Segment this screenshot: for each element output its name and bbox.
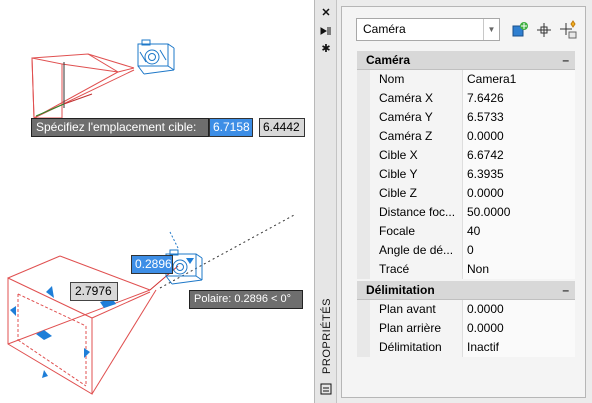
property-name: Délimitation <box>370 338 463 357</box>
dimension-input-2[interactable]: 2.7976 <box>70 282 118 301</box>
properties-palette: ✕ ✱ PROPRIÉTÉS Caméra ▼ Caméra – Nom Cam… <box>314 0 592 403</box>
collapse-icon[interactable]: – <box>562 281 569 300</box>
row-gutter <box>357 108 370 127</box>
row-gutter <box>357 203 370 222</box>
property-value[interactable]: 6.6742 <box>463 146 575 165</box>
dynamic-input-prompt: Spécifiez l'emplacement cible: <box>31 118 209 137</box>
viewport-graphics <box>7 39 297 395</box>
dimension-input-1[interactable]: 0.2896 <box>131 255 173 274</box>
property-name: Angle de dé... <box>370 241 463 260</box>
property-value[interactable]: Inactif <box>463 338 575 357</box>
property-value[interactable]: 40 <box>463 222 575 241</box>
row-gutter <box>357 241 370 260</box>
input-x-value: 6.7158 <box>213 120 250 134</box>
gear-icon[interactable]: ✱ <box>319 42 333 56</box>
camera-frustum-top <box>31 53 135 119</box>
property-value[interactable]: Camera1 <box>463 70 575 89</box>
row-gutter <box>357 260 370 279</box>
property-value[interactable]: 7.6426 <box>463 89 575 108</box>
property-name: Caméra X <box>370 89 463 108</box>
object-type-dropdown[interactable]: Caméra ▼ <box>356 18 500 41</box>
property-name: Plan arrière <box>370 319 463 338</box>
property-name: Plan avant <box>370 300 463 319</box>
toggle-pickadd-icon[interactable] <box>510 20 530 40</box>
section-header-camera[interactable]: Caméra – <box>357 51 575 70</box>
property-row[interactable]: Caméra Z 0.0000 <box>357 127 575 146</box>
section-header-clipping[interactable]: Délimitation – <box>357 281 575 300</box>
input-y-field[interactable]: 6.4442 <box>259 118 305 137</box>
drawing-canvas[interactable]: Spécifiez l'emplacement cible: 6.7158 6.… <box>0 0 312 403</box>
row-gutter <box>357 222 370 241</box>
row-gutter <box>357 300 370 319</box>
camera-properties-table: Nom Camera1 Caméra X 7.6426 Caméra Y 6.5733… <box>357 70 575 279</box>
property-name: Distance foc... <box>370 203 463 222</box>
property-row[interactable]: Angle de dé... 0 <box>357 241 575 260</box>
property-row[interactable]: Tracé Non <box>357 260 575 279</box>
property-name: Cible Z <box>370 184 463 203</box>
property-value[interactable]: 0.0000 <box>463 127 575 146</box>
property-value[interactable]: 0.0000 <box>463 184 575 203</box>
dimension-value-2: 2.7976 <box>75 284 112 298</box>
property-name: Cible Y <box>370 165 463 184</box>
select-objects-icon[interactable] <box>534 20 554 40</box>
row-gutter <box>357 89 370 108</box>
property-row[interactable]: Nom Camera1 <box>357 70 575 89</box>
side-title-text: PROPRIÉTÉS <box>321 298 333 374</box>
prompt-text: Spécifiez l'emplacement cible: <box>36 120 197 134</box>
close-icon[interactable]: ✕ <box>319 6 333 20</box>
dimension-value-1: 0.2896 <box>135 257 172 271</box>
row-gutter <box>357 70 370 89</box>
property-row[interactable]: Caméra X 7.6426 <box>357 89 575 108</box>
property-name: Cible X <box>370 146 463 165</box>
property-value[interactable]: 0.0000 <box>463 319 575 338</box>
camera-glyph-top <box>137 39 175 75</box>
property-row[interactable]: Cible Z 0.0000 <box>357 184 575 203</box>
clipping-properties-table: Plan avant 0.0000 Plan arrière 0.0000 Déli… <box>357 300 575 357</box>
property-row[interactable]: Cible Y 6.3935 <box>357 165 575 184</box>
property-value[interactable]: Non <box>463 260 575 279</box>
property-name: Nom <box>370 70 463 89</box>
property-value[interactable]: 0 <box>463 241 575 260</box>
quick-select-icon[interactable] <box>558 20 578 40</box>
property-value[interactable]: 0.0000 <box>463 300 575 319</box>
property-name: Tracé <box>370 260 463 279</box>
input-y-value: 6.4442 <box>263 120 300 134</box>
chevron-down-icon[interactable]: ▼ <box>483 19 499 40</box>
palette-menu-icon[interactable] <box>319 382 333 396</box>
autohide-icon[interactable] <box>319 24 333 38</box>
property-row[interactable]: Distance foc... 50.0000 <box>357 203 575 222</box>
palette-side-title: PROPRIÉTÉS <box>317 298 335 378</box>
ucs-icon-top <box>35 62 93 117</box>
property-name: Caméra Z <box>370 127 463 146</box>
property-name: Focale <box>370 222 463 241</box>
property-row[interactable]: Cible X 6.6742 <box>357 146 575 165</box>
row-gutter <box>357 319 370 338</box>
property-name: Caméra Y <box>370 108 463 127</box>
property-value[interactable]: 6.5733 <box>463 108 575 127</box>
property-row[interactable]: Caméra Y 6.5733 <box>357 108 575 127</box>
property-row[interactable]: Plan avant 0.0000 <box>357 300 575 319</box>
palette-body: Caméra ▼ Caméra – Nom Camera1 Caméra X 7.6… <box>341 6 586 398</box>
row-gutter <box>357 338 370 357</box>
property-row[interactable]: Focale 40 <box>357 222 575 241</box>
section-title-clipping: Délimitation <box>366 283 435 297</box>
property-row[interactable]: Plan arrière 0.0000 <box>357 319 575 338</box>
row-gutter <box>357 146 370 165</box>
row-gutter <box>357 165 370 184</box>
property-value[interactable]: 50.0000 <box>463 203 575 222</box>
row-gutter <box>357 184 370 203</box>
property-row[interactable]: Délimitation Inactif <box>357 338 575 357</box>
property-value[interactable]: 6.3935 <box>463 165 575 184</box>
object-type-value: Caméra <box>363 22 406 36</box>
palette-title-bar[interactable]: ✕ ✱ PROPRIÉTÉS <box>315 0 337 403</box>
tracking-line <box>159 213 297 289</box>
polar-text: Polaire: 0.2896 < 0° <box>194 293 292 305</box>
input-x-field[interactable]: 6.7158 <box>209 118 253 137</box>
polar-tooltip: Polaire: 0.2896 < 0° <box>189 290 303 309</box>
collapse-icon[interactable]: – <box>562 51 569 70</box>
camera-frustum-bottom <box>7 255 157 395</box>
row-gutter <box>357 127 370 146</box>
section-title-camera: Caméra <box>366 53 411 67</box>
